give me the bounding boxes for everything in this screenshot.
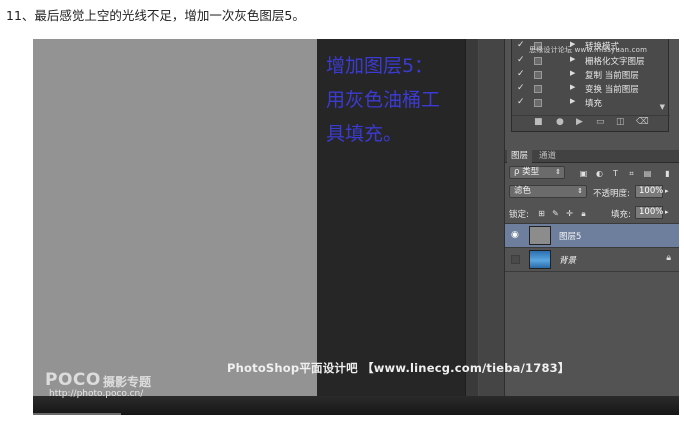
lock-label: 锁定: [509, 210, 529, 220]
lock-icon: 🔒︎ [666, 253, 671, 263]
lock-position-icon[interactable]: ✛ [565, 209, 574, 218]
expand-triangle-icon[interactable]: ▶ [570, 97, 575, 105]
layer-thumbnail [529, 250, 551, 269]
fill-input[interactable]: 100% [635, 206, 663, 219]
layer-row[interactable]: 背景 🔒︎ [505, 247, 679, 271]
stop-icon[interactable]: ■ [534, 117, 543, 127]
step-caption: 11、最后感觉上空的光线不足，增加一次灰色图层5。 [6, 8, 305, 23]
poco-subtitle: 摄影专题 [103, 375, 152, 389]
lock-transparent-icon[interactable]: ⊞ [537, 209, 546, 218]
trash-icon[interactable]: ⌫ [636, 117, 649, 127]
lock-image-icon[interactable]: ✎ [551, 209, 560, 218]
action-item[interactable]: ✓ ▶ 复制 当前图层 [512, 68, 670, 83]
dialog-toggle-icon[interactable] [534, 57, 542, 65]
chevron-down-icon: ⇕ [577, 187, 583, 195]
shape-filter-icon[interactable]: ⌗ [627, 169, 636, 178]
layers-tab-bar: 图层 通道 [505, 150, 679, 163]
layer-name[interactable]: 图层5 [559, 230, 581, 242]
dialog-toggle-icon[interactable] [534, 71, 542, 79]
action-label: 复制 当前图层 [585, 71, 639, 81]
divider [33, 413, 121, 415]
action-item[interactable]: ✓ ▶ 填充 [512, 96, 670, 111]
play-icon[interactable]: ▶ [576, 117, 583, 127]
check-icon[interactable]: ✓ [517, 69, 525, 79]
opacity-input[interactable]: 100% [635, 185, 663, 198]
tab-channels[interactable]: 通道 [535, 150, 560, 163]
layer-row-selected[interactable]: ◉ 图层5 [505, 223, 679, 247]
filter-toggle-icon[interactable]: ▮ [663, 169, 672, 178]
actions-toolbar: ■ ● ▶ ▭ ◫ ⌫ [512, 115, 670, 131]
type-filter-icon[interactable]: T [611, 169, 620, 178]
tab-layers[interactable]: 图层 [507, 150, 533, 163]
check-icon[interactable]: ✓ [517, 83, 525, 93]
dialog-toggle-icon[interactable] [534, 85, 542, 93]
expand-triangle-icon[interactable]: ▶ [570, 83, 575, 91]
eye-icon[interactable]: ◉ [511, 230, 519, 240]
action-label: 变换 当前图层 [585, 85, 639, 95]
check-icon[interactable]: ✓ [517, 40, 525, 50]
pixel-filter-icon[interactable]: ▣ [579, 169, 588, 178]
fill-label: 填充: [611, 210, 631, 220]
dialog-toggle-icon[interactable] [534, 99, 542, 107]
filter-row: ρ 类型 ⇕ ▣ ◐ T ⌗ ▤ ▮ [505, 165, 679, 181]
blend-mode-value: 滤色 [514, 186, 532, 196]
action-label: 栅格化文字图层 [585, 57, 645, 67]
new-action-icon[interactable]: ◫ [616, 117, 625, 127]
layer-thumbnail [529, 226, 551, 245]
action-item[interactable]: ✓ ▶ 变换 当前图层 [512, 82, 670, 97]
action-item[interactable]: ✓ ▶ 栅格化文字图层 [512, 54, 670, 69]
check-icon[interactable]: ✓ [517, 97, 525, 107]
layer-name[interactable]: 背景 [559, 254, 576, 266]
panel-region: ✓ ▶ 转换模式 ✓ ▶ 栅格化文字图层 ✓ ▶ 复制 当前图层 ✓ ▶ 变换 … [33, 39, 679, 415]
folder-icon[interactable]: ▭ [596, 117, 605, 127]
fill-dropdown-icon[interactable]: ▸ [665, 208, 669, 216]
expand-triangle-icon[interactable]: ▶ [570, 55, 575, 63]
opacity-label: 不透明度: [593, 189, 630, 199]
blend-mode-select[interactable]: 滤色 ⇕ [509, 185, 587, 198]
panel-dock-edge [479, 39, 505, 415]
divider [505, 271, 679, 272]
banner-watermark: PhotoShop平面设计吧 【www.linecg.com/tieba/178… [227, 361, 570, 375]
action-label: 填充 [585, 99, 603, 109]
site-watermark: 思缘设计论坛 www.missyuan.com [529, 46, 648, 54]
poco-url: http://photo.poco.cn/ [49, 389, 144, 399]
blend-row: 滤色 ⇕ 不透明度: 100% ▸ [505, 184, 679, 200]
adjustment-filter-icon[interactable]: ◐ [595, 169, 604, 178]
smart-object-filter-icon[interactable]: ▤ [643, 169, 652, 178]
chevron-down-icon: ⇕ [555, 168, 561, 176]
opacity-dropdown-icon[interactable]: ▸ [665, 187, 669, 195]
check-icon[interactable]: ✓ [517, 55, 525, 65]
scroll-down-icon[interactable]: ▼ [660, 103, 665, 111]
poco-logo: POCO [45, 370, 101, 390]
visibility-toggle[interactable] [511, 255, 520, 264]
filter-type-label: ρ 类型 [514, 167, 540, 177]
filter-type-select[interactable]: ρ 类型 ⇕ [509, 166, 565, 179]
expand-triangle-icon[interactable]: ▶ [570, 69, 575, 77]
record-icon[interactable]: ● [556, 117, 564, 127]
lock-all-icon[interactable]: 🔒︎ [579, 209, 588, 218]
lock-row: 锁定: ⊞ ✎ ✛ 🔒︎ 填充: 100% ▸ [505, 205, 679, 221]
